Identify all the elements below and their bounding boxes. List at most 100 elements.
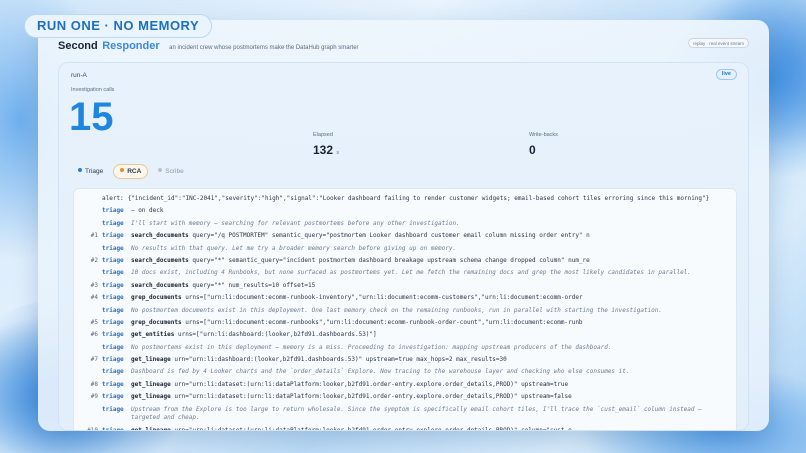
log-call-number	[74, 307, 98, 316]
log-text: urn="urn:li:dataset:(urn:li:dataPlatform…	[170, 426, 572, 431]
log-text: No postmortem documents exist in this de…	[131, 306, 663, 314]
log-row: #1 triage search_documents query="/q POSTM…	[74, 232, 728, 241]
log-row: #10 triage get_lineage urn="urn:li:dataset…	[74, 426, 728, 431]
log-text: urn="urn:li:dashboard:(looker,b2fd91.das…	[170, 356, 507, 364]
log-role: triage	[102, 426, 124, 431]
log-text: query="*" num_results=10 offset=15	[188, 281, 316, 289]
log-call-number	[74, 207, 98, 216]
run-badge: RUN ONE · NO MEMORY	[24, 14, 213, 38]
log-content: get_lineage urn="urn:li:dataset:(urn:li:…	[127, 393, 728, 402]
log-content: Dashboard is fed by 4 Looker charts and …	[127, 368, 728, 377]
log-role: triage	[102, 380, 124, 388]
scribe-dot-icon	[158, 168, 163, 173]
log-text: query="/q POSTMORTEM" semantic_query="po…	[188, 232, 590, 240]
event-log[interactable]: alert: {"incident_id":"INC-2041","severit…	[73, 188, 737, 431]
log-tool-name: get_lineage	[131, 380, 171, 388]
tab-triage[interactable]: Triage	[71, 164, 110, 179]
log-role: triage	[102, 207, 124, 215]
log-row: triage No postmortems exist in this deplo…	[74, 344, 728, 353]
agent-tabs: Triage RCA Scribe	[71, 164, 194, 180]
rca-dot-icon	[120, 168, 125, 173]
log-row: triage — on deck	[74, 207, 728, 216]
calls-value: 15	[69, 95, 114, 139]
log-call-number: #9	[90, 393, 98, 401]
log-text: urn="urn:li:dataset:(urn:li:dataPlatform…	[170, 380, 569, 388]
log-call-number: #5	[90, 318, 98, 326]
log-alert-label: alert:	[102, 195, 124, 202]
run-panel: run-A live Investigation calls 15 Elapse…	[58, 62, 749, 431]
writebacks-value: 0	[529, 143, 536, 157]
log-call-number	[74, 406, 98, 424]
log-row: #9 triage get_lineage urn="urn:li:dataset:…	[74, 393, 728, 402]
log-row: #4 triage grep_documents urns=["urn:li:doc…	[74, 294, 728, 303]
log-text: 10 docs exist, including 4 Runbooks, but…	[131, 269, 691, 277]
log-row: #5 triage grep_documents urns=["urn:li:doc…	[74, 319, 728, 328]
log-text: No postmortems exist in this deployment …	[131, 343, 612, 351]
replay-pill: replay · real event stream	[687, 38, 749, 48]
log-tool-name: get_lineage	[131, 356, 171, 364]
log-row: #7 triage get_lineage urn="urn:li:dashboar…	[74, 356, 728, 365]
log-role: triage	[102, 294, 124, 302]
writebacks-label: Write-backs	[529, 132, 558, 138]
log-tool-name: get_lineage	[131, 393, 171, 401]
log-role: triage	[102, 368, 124, 376]
elapsed-label: Elapsed	[313, 132, 333, 138]
log-text: urn="urn:li:dataset:(urn:li:dataPlatform…	[170, 393, 572, 401]
elapsed-value: 132	[313, 143, 334, 157]
log-content: get_lineage urn="urn:li:dataset:(urn:li:…	[127, 381, 728, 390]
log-content: search_documents query="*" num_results=1…	[127, 282, 728, 291]
log-content: {"incident_id":"INC-2041","severity":"hi…	[124, 195, 728, 204]
log-role: triage	[102, 331, 124, 339]
calls-label: Investigation calls	[71, 87, 115, 93]
log-row: alert: {"incident_id":"INC-2041","severit…	[74, 195, 728, 204]
log-call-number	[74, 245, 98, 254]
log-content: grep_documents urns=["urn:li:document:ec…	[127, 294, 728, 303]
log-call-number	[74, 344, 98, 353]
log-row: #2 triage search_documents query="*" seman…	[74, 257, 728, 266]
log-role: triage	[102, 306, 124, 314]
log-text: No results with that query. Let me try a…	[131, 244, 457, 252]
live-status-badge: live	[715, 69, 737, 80]
log-text: Upstream from the Explore is too large t…	[131, 405, 706, 422]
brand-name-first: Second	[58, 40, 98, 52]
log-row: triage Upstream from the Explore is too l…	[74, 406, 728, 424]
log-tool-name: search_documents	[131, 281, 189, 289]
log-row: triage 10 docs exist, including 4 Runbook…	[74, 269, 728, 278]
log-role: triage	[102, 356, 124, 364]
log-content: Upstream from the Explore is too large t…	[127, 406, 728, 424]
log-call-number: #10	[87, 426, 98, 431]
log-role: triage	[102, 393, 124, 401]
log-call-number	[74, 269, 98, 278]
log-content: 10 docs exist, including 4 Runbooks, but…	[127, 269, 728, 278]
log-role: triage	[102, 269, 124, 277]
elapsed-unit: s	[336, 150, 340, 156]
log-role: triage	[102, 219, 124, 227]
log-call-number	[74, 220, 98, 229]
log-content: No results with that query. Let me try a…	[127, 245, 728, 254]
triage-dot-icon	[78, 168, 82, 173]
log-row: #6 triage get_entities urns=["urn:li:dashb…	[74, 331, 728, 340]
run-label: run-A	[71, 72, 87, 79]
log-tool-name: search_documents	[131, 232, 189, 240]
log-row: triage Dashboard is fed by 4 Looker chart…	[74, 368, 728, 377]
log-call-number	[74, 195, 98, 204]
log-content: get_entities urns=["urn:li:dashboard:(lo…	[127, 331, 728, 340]
log-row: triage No results with that query. Let me…	[74, 245, 728, 254]
log-text: urns=["urn:li:document:ecomm-runbooks","…	[181, 318, 583, 326]
log-content: No postmortem documents exist in this de…	[127, 307, 728, 316]
log-row: triage I'll start with memory — searching…	[74, 220, 728, 229]
log-content: get_lineage urn="urn:li:dataset:(urn:li:…	[127, 426, 728, 431]
tab-scribe[interactable]: Scribe	[151, 164, 190, 179]
elapsed-stat: 132 s	[313, 143, 339, 157]
log-role: triage	[102, 256, 124, 264]
log-text: — on deck	[131, 207, 164, 215]
log-content: — on deck	[127, 207, 728, 216]
log-call-number: #2	[90, 256, 98, 264]
log-call-number	[74, 368, 98, 377]
brand-name-second: Responder	[102, 40, 160, 52]
log-text: Dashboard is fed by 4 Looker charts and …	[131, 368, 630, 376]
log-tool-name: get_entities	[131, 331, 175, 339]
tab-rca[interactable]: RCA	[113, 164, 149, 179]
log-tool-name: grep_documents	[131, 318, 182, 326]
log-tool-name: search_documents	[131, 256, 189, 264]
